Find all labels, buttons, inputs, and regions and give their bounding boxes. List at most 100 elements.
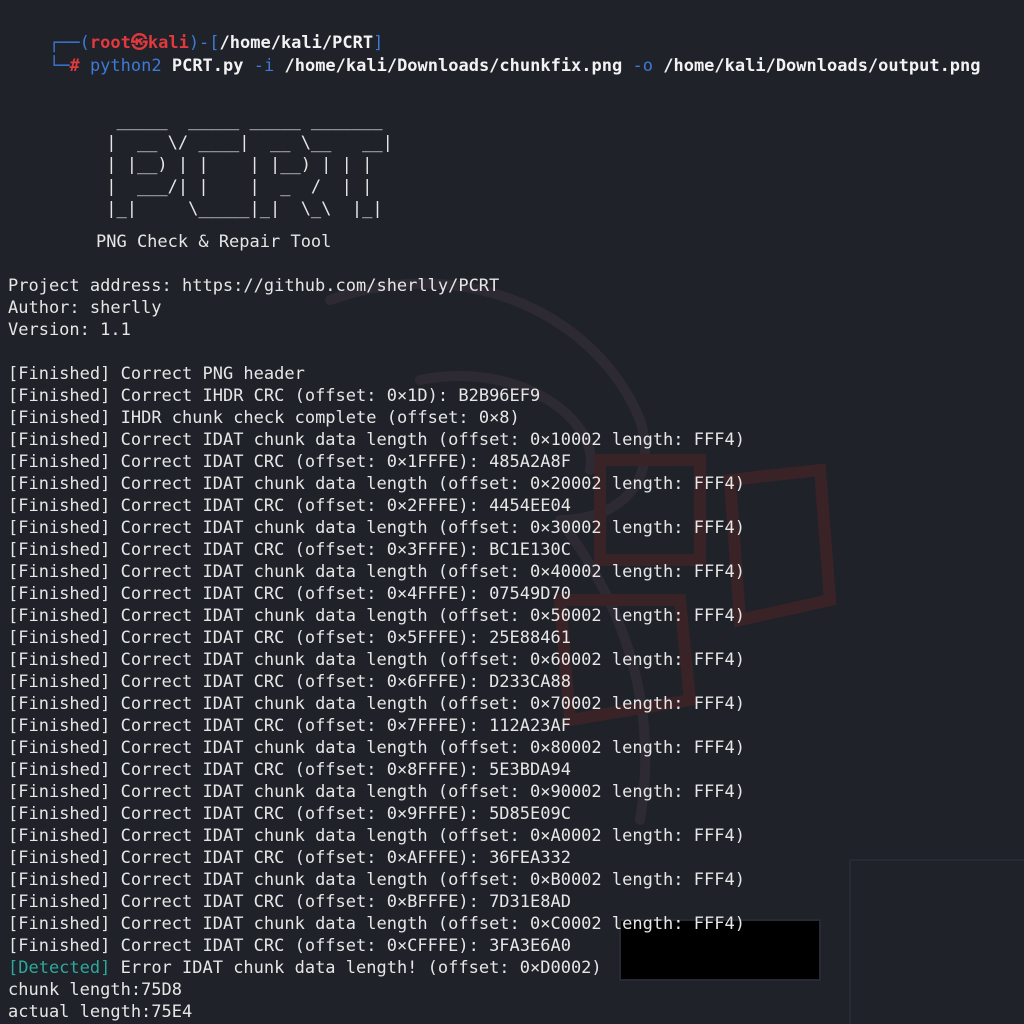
log-line: [Finished] Correct IDAT chunk data lengt… bbox=[8, 737, 745, 759]
log-tag: [Finished] bbox=[8, 540, 111, 560]
log-line: [Finished] Correct IDAT chunk data lengt… bbox=[8, 473, 745, 495]
log-tag: [Finished] bbox=[8, 672, 111, 692]
log-tag: [Finished] bbox=[8, 584, 111, 604]
command-script: PCRT.py bbox=[171, 56, 244, 76]
log-text: Correct IDAT CRC (offset: 0×AFFFE): 36FE… bbox=[120, 848, 571, 868]
log-tag: [Finished] bbox=[8, 716, 111, 736]
log-line: [Finished] Correct IDAT CRC (offset: 0×4… bbox=[8, 583, 571, 605]
log-line: [Finished] Correct IDAT CRC (offset: 0×6… bbox=[8, 671, 571, 693]
project-address: Project address: https://github.com/sher… bbox=[8, 276, 500, 296]
log-tag: [Finished] bbox=[8, 496, 111, 516]
log-tag: [Finished] bbox=[8, 760, 111, 780]
banner-subtitle: PNG Check & Repair Tool bbox=[96, 232, 332, 252]
log-text: Correct IDAT CRC (offset: 0×CFFFE): 3FA3… bbox=[120, 936, 571, 956]
prompt-corner-bottom: └─ bbox=[48, 56, 70, 76]
log-text: Correct IDAT CRC (offset: 0×2FFFE): 4454… bbox=[120, 496, 571, 516]
log-line: [Finished] Correct IDAT CRC (offset: 0×7… bbox=[8, 715, 571, 737]
log-line: [Finished] Correct IDAT chunk data lengt… bbox=[8, 605, 745, 627]
command-flag-o: -o bbox=[632, 56, 653, 76]
log-line: [Finished] Correct IDAT CRC (offset: 0×9… bbox=[8, 803, 571, 825]
log-tag: [Finished] bbox=[8, 848, 111, 868]
log-text: Correct IDAT CRC (offset: 0×1FFFE): 485A… bbox=[120, 452, 571, 472]
log-line: [Finished] Correct IDAT chunk data lengt… bbox=[8, 429, 745, 451]
log-tag: [Finished] bbox=[8, 518, 111, 538]
log-tag: [Finished] bbox=[8, 430, 111, 450]
log-line: [Finished] Correct IDAT chunk data lengt… bbox=[8, 561, 745, 583]
command-output-path: /home/kali/Downloads/output.png bbox=[663, 56, 981, 76]
log-line: [Finished] Correct IDAT chunk data lengt… bbox=[8, 693, 745, 715]
log-text: Correct IDAT chunk data length (offset: … bbox=[120, 870, 745, 890]
log-line: [Finished] Correct IDAT CRC (offset: 0×8… bbox=[8, 759, 571, 781]
version-line: Version: 1.1 bbox=[8, 320, 131, 340]
author-line: Author: sherlly bbox=[8, 298, 162, 318]
log-line: [Finished] Correct IDAT chunk data lengt… bbox=[8, 781, 745, 803]
prompt-line-1: ┌──(root㉿kali)-[/home/kali/PCRT] bbox=[8, 10, 383, 53]
terminal-window[interactable]: ┌──(root㉿kali)-[/home/kali/PCRT] └─# pyt… bbox=[0, 0, 1024, 1024]
log-line: [Finished] Correct IDAT CRC (offset: 0×C… bbox=[8, 935, 571, 957]
log-tag: [Finished] bbox=[8, 452, 111, 472]
command-line[interactable]: └─# python2 PCRT.py -i /home/kali/Downlo… bbox=[8, 33, 981, 76]
log-line: [Finished] Correct IDAT chunk data lengt… bbox=[8, 913, 745, 935]
log-tag-detected: [Detected] bbox=[8, 958, 111, 978]
log-text: Correct IDAT chunk data length (offset: … bbox=[120, 782, 745, 802]
pcrt-ascii-logo: _____ _____ _____ _______ | __ \/ ____| … bbox=[106, 111, 393, 219]
log-tag: [Finished] bbox=[8, 782, 111, 802]
log-line: [Finished] IHDR chunk check complete (of… bbox=[8, 407, 520, 429]
log-tag: [Finished] bbox=[8, 738, 111, 758]
log-tag: [Finished] bbox=[8, 386, 111, 406]
log-line: [Finished] Correct IDAT CRC (offset: 0×B… bbox=[8, 891, 571, 913]
log-text: Correct PNG header bbox=[120, 364, 305, 384]
log-tag: [Finished] bbox=[8, 826, 111, 846]
log-text: IHDR chunk check complete (offset: 0×8) bbox=[120, 408, 520, 428]
log-tag: [Finished] bbox=[8, 870, 111, 890]
log-text: Correct IDAT chunk data length (offset: … bbox=[120, 518, 745, 538]
log-line: [Finished] Correct IDAT chunk data lengt… bbox=[8, 825, 745, 847]
log-text: Correct IDAT CRC (offset: 0×BFFFE): 7D31… bbox=[120, 892, 571, 912]
log-text: Correct IDAT CRC (offset: 0×8FFFE): 5E3B… bbox=[120, 760, 571, 780]
log-text: Correct IHDR CRC (offset: 0×1D): B2B96EF… bbox=[120, 386, 541, 406]
log-text: Error IDAT chunk data length! (offset: 0… bbox=[120, 958, 602, 978]
log-line: [Finished] Correct IDAT chunk data lengt… bbox=[8, 649, 745, 671]
log-line: [Finished] Correct IDAT CRC (offset: 0×5… bbox=[8, 627, 571, 649]
chunk-length-line: chunk length:75D8 bbox=[8, 980, 182, 1000]
log-tag: [Finished] bbox=[8, 474, 111, 494]
log-text: Correct IDAT chunk data length (offset: … bbox=[120, 694, 745, 714]
log-text: Correct IDAT chunk data length (offset: … bbox=[120, 914, 745, 934]
log-text: Correct IDAT CRC (offset: 0×5FFFE): 25E8… bbox=[120, 628, 571, 648]
log-tag: [Finished] bbox=[8, 892, 111, 912]
log-text: Correct IDAT CRC (offset: 0×3FFFE): BC1E… bbox=[120, 540, 571, 560]
log-text: Correct IDAT CRC (offset: 0×7FFFE): 112A… bbox=[120, 716, 571, 736]
log-text: Correct IDAT chunk data length (offset: … bbox=[120, 606, 745, 626]
log-text: Correct IDAT chunk data length (offset: … bbox=[120, 826, 745, 846]
log-tag: [Finished] bbox=[8, 936, 111, 956]
log-tag: [Finished] bbox=[8, 628, 111, 648]
log-tag: [Finished] bbox=[8, 408, 111, 428]
log-text: Correct IDAT CRC (offset: 0×9FFFE): 5D85… bbox=[120, 804, 571, 824]
log-line: [Finished] Correct IDAT chunk data lengt… bbox=[8, 517, 745, 539]
log-text: Correct IDAT chunk data length (offset: … bbox=[120, 430, 745, 450]
command-flag-i: -i bbox=[253, 56, 275, 76]
log-line-detected: [Detected] Error IDAT chunk data length!… bbox=[8, 957, 602, 979]
log-text: Correct IDAT CRC (offset: 0×4FFFE): 0754… bbox=[120, 584, 571, 604]
log-line: [Finished] Correct IDAT CRC (offset: 0×2… bbox=[8, 495, 571, 517]
log-tag: [Finished] bbox=[8, 606, 111, 626]
log-tag: [Finished] bbox=[8, 364, 111, 384]
log-text: Correct IDAT chunk data length (offset: … bbox=[120, 562, 745, 582]
log-tag: [Finished] bbox=[8, 804, 111, 824]
log-text: Correct IDAT chunk data length (offset: … bbox=[120, 738, 745, 758]
command-input-path: /home/kali/Downloads/chunkfix.png bbox=[284, 56, 623, 76]
log-tag: [Finished] bbox=[8, 914, 111, 934]
log-line: [Finished] Correct IDAT CRC (offset: 0×1… bbox=[8, 451, 571, 473]
log-line: [Finished] Correct PNG header bbox=[8, 363, 305, 385]
log-line: [Finished] Correct IDAT CRC (offset: 0×3… bbox=[8, 539, 571, 561]
log-line: [Finished] Correct IHDR CRC (offset: 0×1… bbox=[8, 385, 540, 407]
command-python: python2 bbox=[89, 56, 162, 76]
log-tag: [Finished] bbox=[8, 650, 111, 670]
log-text: Correct IDAT chunk data length (offset: … bbox=[120, 650, 745, 670]
log-line: [Finished] Correct IDAT chunk data lengt… bbox=[8, 869, 745, 891]
log-text: Correct IDAT chunk data length (offset: … bbox=[120, 474, 745, 494]
log-tag: [Finished] bbox=[8, 694, 111, 714]
log-line: [Finished] Correct IDAT CRC (offset: 0×A… bbox=[8, 847, 571, 869]
log-tag: [Finished] bbox=[8, 562, 111, 582]
prompt-hash: # bbox=[69, 56, 80, 76]
